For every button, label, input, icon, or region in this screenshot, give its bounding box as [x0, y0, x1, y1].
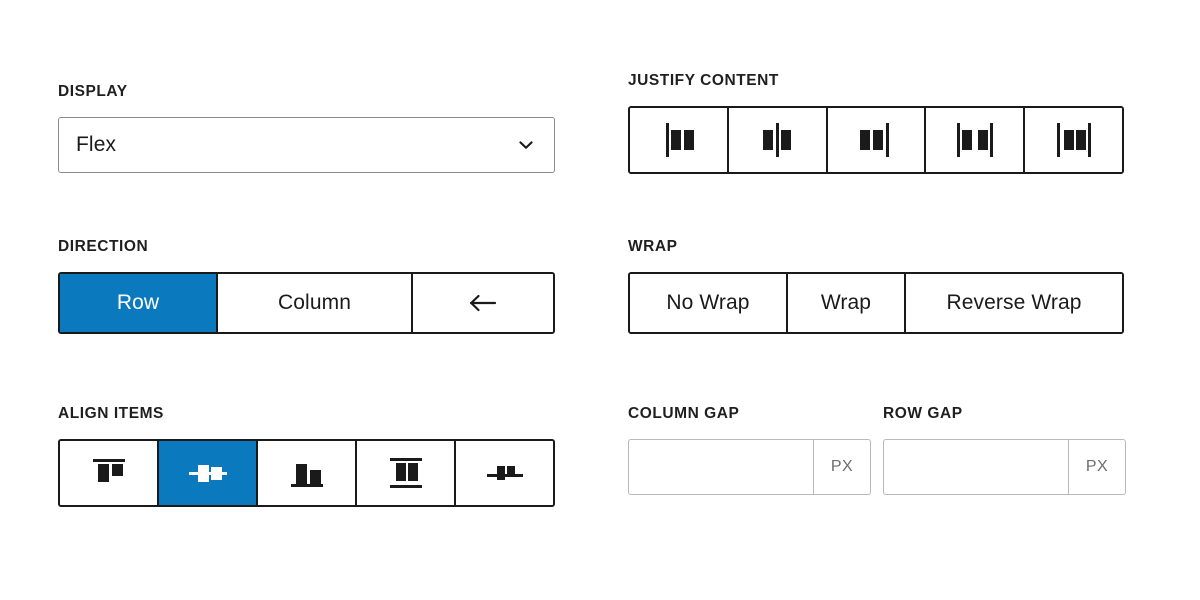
align-items-label: ALIGN ITEMS	[58, 405, 164, 422]
row-gap-unit[interactable]: PX	[1068, 438, 1126, 495]
column-gap-label: COLUMN GAP	[628, 405, 740, 422]
direction-option-column-label: Column	[278, 290, 351, 314]
align-items-field: ALIGN ITEMS	[58, 406, 555, 507]
align-baseline-icon	[482, 453, 528, 493]
wrap-option-no-wrap[interactable]: No Wrap	[630, 273, 788, 332]
justify-center-icon	[754, 120, 800, 160]
display-field: DISPLAY Flex	[58, 84, 555, 173]
wrap-option-reverse-wrap-label: Reverse Wrap	[946, 290, 1082, 314]
gap-fields: COLUMN GAP PX ROW GAP PX	[628, 406, 1126, 495]
gap-row: COLUMN GAP PX ROW GAP PX	[628, 406, 1126, 495]
wrap-segmented-control: No Wrap Wrap Reverse Wrap	[628, 271, 1124, 334]
align-items-option-stretch[interactable]	[357, 440, 456, 505]
direction-field: DIRECTION Row Column	[58, 239, 555, 334]
justify-content-option-flex-start[interactable]	[630, 107, 729, 172]
align-center-icon	[185, 453, 231, 493]
justify-content-option-center[interactable]	[728, 107, 828, 172]
column-gap-field: COLUMN GAP PX	[628, 406, 871, 495]
direction-option-row-label: Row	[116, 290, 160, 314]
wrap-option-no-wrap-label: No Wrap	[666, 290, 750, 314]
justify-content-segmented-control	[628, 105, 1124, 174]
justify-content-field: JUSTIFY CONTENT	[628, 73, 1124, 174]
justify-space-around-icon	[1051, 120, 1097, 160]
arrow-left-icon	[468, 292, 498, 314]
align-items-option-baseline[interactable]	[456, 440, 553, 505]
wrap-option-wrap-label: Wrap	[820, 290, 872, 314]
justify-flex-end-icon	[853, 120, 899, 160]
align-flex-start-icon	[86, 453, 132, 493]
wrap-field: WRAP No Wrap Wrap Reverse Wrap	[628, 239, 1124, 334]
row-gap-input-group: PX	[883, 438, 1126, 495]
wrap-label: WRAP	[628, 238, 678, 255]
align-items-option-flex-start[interactable]	[60, 440, 159, 505]
display-label: DISPLAY	[58, 83, 128, 100]
justify-content-label: JUSTIFY CONTENT	[628, 72, 779, 89]
direction-option-row[interactable]: Row	[60, 273, 218, 332]
align-items-option-center[interactable]	[159, 440, 258, 505]
wrap-option-reverse-wrap[interactable]: Reverse Wrap	[906, 273, 1122, 332]
row-gap-input[interactable]	[883, 438, 1068, 495]
align-items-option-flex-end[interactable]	[258, 440, 357, 505]
display-select[interactable]: Flex	[58, 116, 555, 173]
align-items-segmented-control	[58, 438, 555, 507]
direction-segmented-control: Row Column	[58, 271, 555, 334]
direction-option-reverse[interactable]	[413, 273, 553, 332]
row-gap-label: ROW GAP	[883, 405, 963, 422]
row-gap-field: ROW GAP PX	[883, 406, 1126, 495]
justify-flex-start-icon	[655, 120, 701, 160]
column-gap-input[interactable]	[628, 438, 813, 495]
flexbox-settings-panel: DISPLAY Flex DIRECTION Row Column ALIGN …	[0, 0, 1200, 600]
column-gap-unit[interactable]: PX	[813, 438, 871, 495]
column-gap-input-group: PX	[628, 438, 871, 495]
align-stretch-icon	[383, 453, 429, 493]
justify-content-option-space-around[interactable]	[1025, 107, 1122, 172]
justify-space-between-icon	[952, 120, 998, 160]
chevron-down-icon	[518, 137, 534, 153]
display-select-value: Flex	[76, 132, 117, 156]
direction-label: DIRECTION	[58, 238, 149, 255]
direction-option-column[interactable]: Column	[218, 273, 413, 332]
wrap-option-wrap[interactable]: Wrap	[788, 273, 906, 332]
align-flex-end-icon	[284, 453, 330, 493]
justify-content-option-flex-end[interactable]	[827, 107, 927, 172]
justify-content-option-space-between[interactable]	[926, 107, 1026, 172]
